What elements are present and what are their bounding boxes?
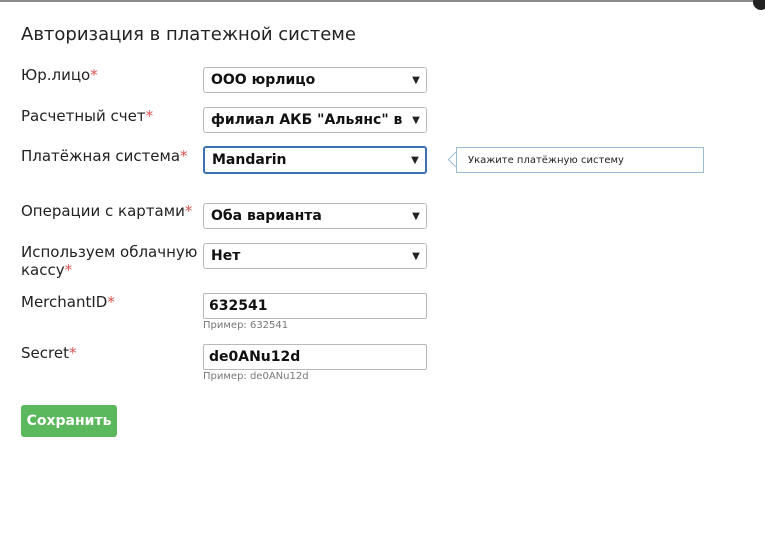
chevron-down-icon: ▼ [405, 148, 425, 172]
merchant-id-input[interactable]: 632541 [203, 293, 427, 319]
secret-input[interactable]: de0ANu12d [203, 344, 427, 370]
secret-label: Secret* [21, 344, 201, 362]
required-marker: * [145, 107, 154, 125]
card-operations-value: Оба варианта [211, 208, 322, 224]
required-marker: * [107, 293, 115, 311]
merchant-id-hint: Пример: 632541 [203, 320, 289, 331]
card-operations-label-text: Операции с картами [21, 202, 185, 220]
cloud-register-select[interactable]: Нет ▼ [203, 243, 427, 269]
account-value: филиал АКБ "Альянс" в г. Москве [211, 112, 406, 128]
required-marker: * [68, 344, 77, 362]
chevron-down-icon: ▼ [406, 244, 426, 268]
cloud-register-value: Нет [211, 248, 241, 264]
payment-system-value: Mandarin [212, 152, 287, 168]
chevron-down-icon: ▼ [406, 68, 426, 92]
account-label-text: Расчетный счет [21, 107, 146, 125]
cloud-register-label: Используем облачную кассу* [21, 243, 201, 279]
page-title: Авторизация в платежной системе [21, 24, 356, 45]
legal-entity-label-text: Юр.лицо [21, 66, 91, 84]
payment-system-tooltip: Укажите платёжную систему [456, 147, 704, 173]
secret-label-text: Secret [21, 344, 69, 362]
window-top-border [0, 0, 765, 2]
card-operations-select[interactable]: Оба варианта ▼ [203, 203, 427, 229]
account-select[interactable]: филиал АКБ "Альянс" в г. Москве ▼ [203, 107, 427, 133]
payment-system-label: Платёжная система* [21, 147, 201, 165]
cloud-register-label-line1: Используем облачную [21, 243, 198, 261]
required-marker: * [180, 147, 188, 165]
card-operations-label: Операции с картами* [21, 202, 201, 220]
secret-hint: Пример: de0ANu12d [203, 371, 309, 382]
cloud-register-label-line2: кассу [21, 261, 65, 279]
close-icon[interactable] [753, 0, 765, 10]
merchant-id-label: MerchantID* [21, 293, 201, 311]
save-button[interactable]: Сохранить [21, 405, 117, 437]
required-marker: * [64, 261, 73, 279]
account-label: Расчетный счет* [21, 107, 201, 125]
required-marker: * [90, 66, 98, 84]
payment-system-select[interactable]: Mandarin ▼ [203, 146, 427, 174]
merchant-id-label-text: MerchantID [21, 293, 108, 311]
legal-entity-label: Юр.лицо* [21, 66, 201, 84]
required-marker: * [184, 202, 193, 220]
legal-entity-value: ООО юрлицо [211, 72, 316, 88]
legal-entity-select[interactable]: ООО юрлицо ▼ [203, 67, 427, 93]
payment-system-label-text: Платёжная система [21, 147, 181, 165]
chevron-down-icon: ▼ [406, 108, 426, 132]
chevron-down-icon: ▼ [406, 204, 426, 228]
